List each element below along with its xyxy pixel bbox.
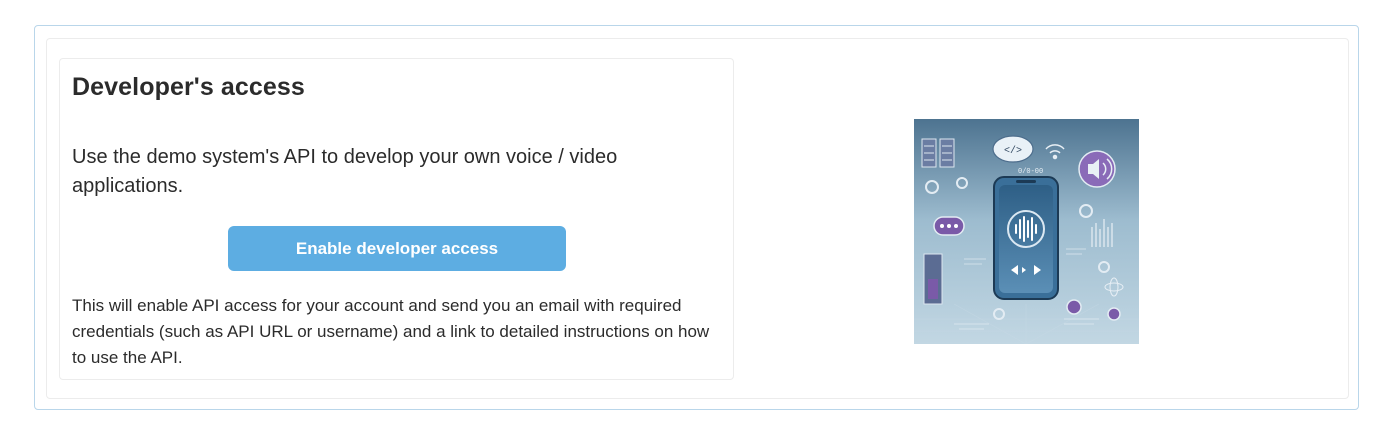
server-icon [923, 253, 943, 305]
outer-panel: Developer's access Use the demo system's… [34, 25, 1359, 410]
phone-icon [993, 176, 1059, 300]
developer-access-card: Developer's access Use the demo system's… [59, 58, 734, 380]
card-lead-text: Use the demo system's API to develop you… [72, 146, 618, 197]
card-note-text: This will enable API access for your acc… [72, 296, 710, 367]
enable-developer-access-button[interactable]: Enable developer access [228, 226, 566, 271]
cloud-code-icon: </> [992, 135, 1034, 163]
phone-audio-api-illustration: </> 0/0-00 [914, 119, 1139, 344]
inner-panel: Developer's access Use the demo system's… [46, 38, 1349, 399]
svg-text:0/0-00: 0/0-00 [1018, 168, 1043, 176]
card-title: Developer's access [72, 73, 305, 101]
chat-bubble-icon [933, 216, 965, 236]
svg-text:</>: </> [1004, 145, 1022, 157]
speaker-icon [1078, 150, 1116, 188]
